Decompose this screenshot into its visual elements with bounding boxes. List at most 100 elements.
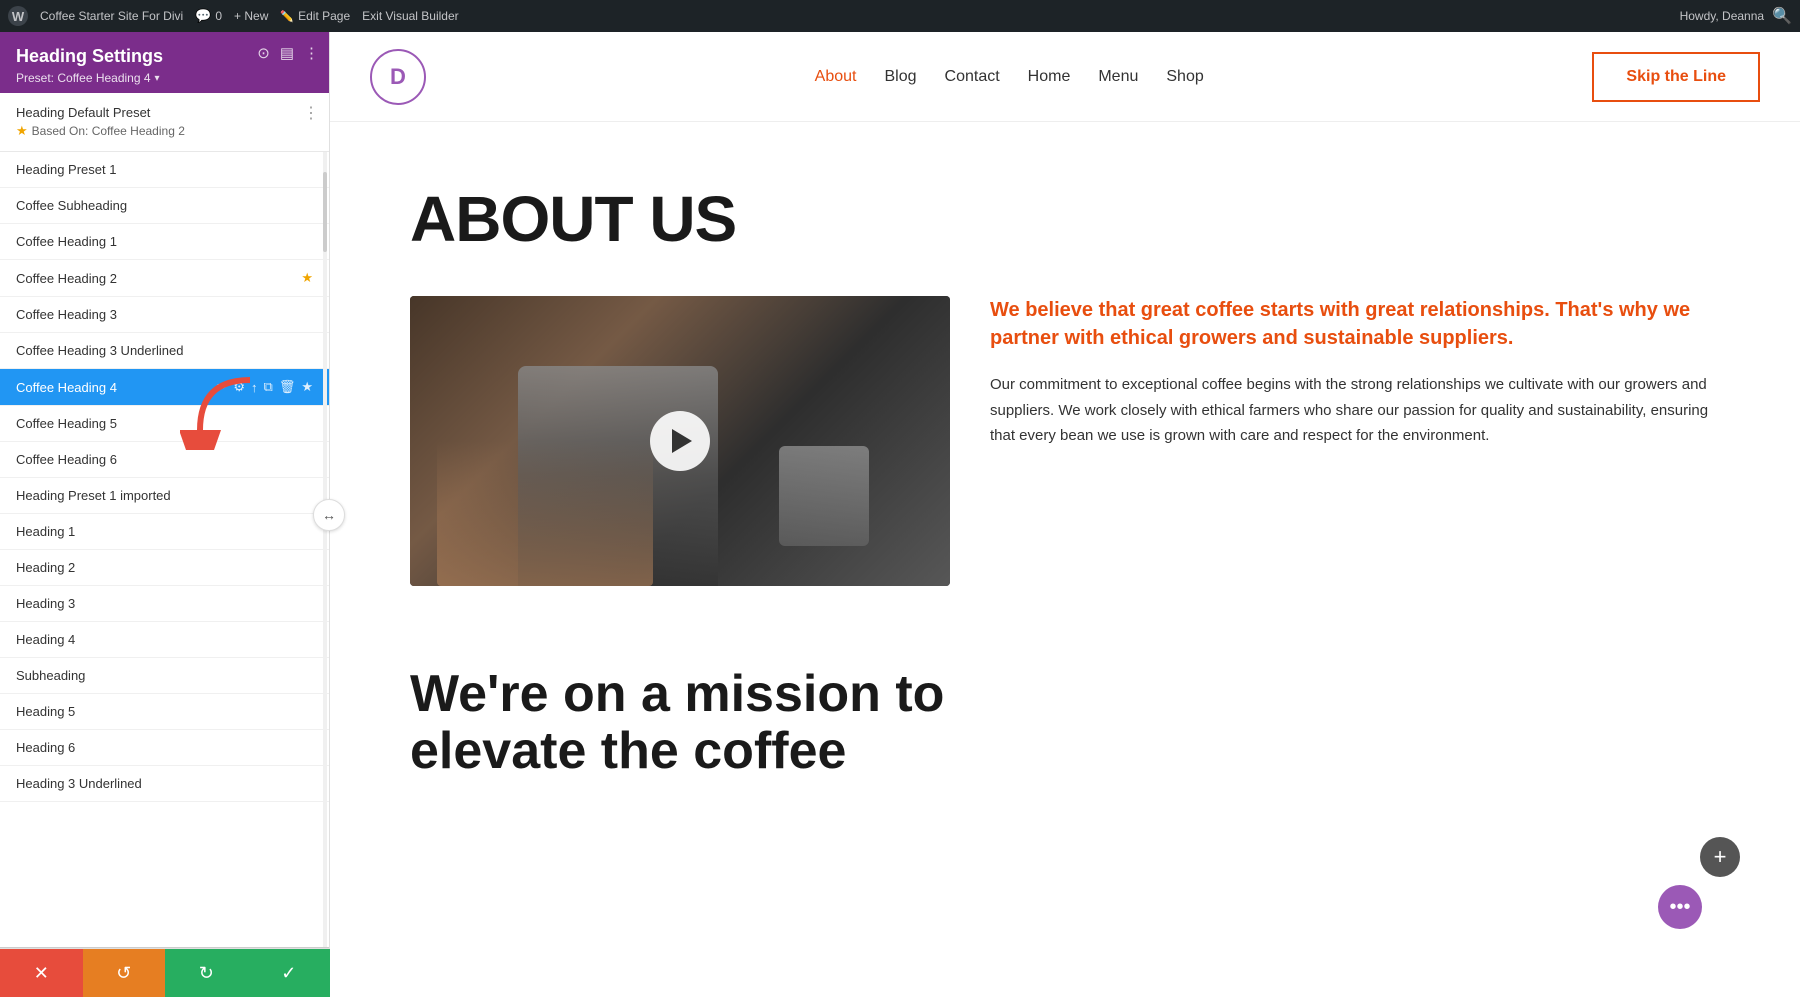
preset-label: Heading 6	[16, 740, 75, 755]
panel-settings-icon[interactable]: ⊙	[257, 44, 270, 62]
skip-the-line-button[interactable]: Skip the Line	[1592, 52, 1760, 102]
apply-preset-icon[interactable]: ↑	[251, 380, 258, 395]
right-content: D About Blog Contact Home Menu Shop Skip…	[330, 32, 1800, 997]
play-triangle-icon	[672, 429, 692, 453]
preset-item-10[interactable]: Heading Preset 1 imported	[0, 478, 329, 514]
preset-item-11[interactable]: Heading 1	[0, 514, 329, 550]
save-button[interactable]: ✓	[248, 949, 331, 997]
preset-label-text: Preset: Coffee Heading 4	[16, 71, 151, 85]
cancel-button[interactable]: ✕	[0, 949, 83, 997]
preset-item-3[interactable]: Coffee Heading 1	[0, 224, 329, 260]
edit-page-link[interactable]: ✏️ Edit Page	[280, 9, 350, 23]
preset-label: Coffee Heading 1	[16, 234, 117, 249]
scrollbar-thumb[interactable]	[323, 172, 327, 252]
preset-label: Heading Preset 1	[16, 162, 116, 177]
nav-links: About Blog Contact Home Menu Shop	[815, 68, 1204, 86]
mission-section: We're on a mission to elevate the coffee	[410, 646, 1720, 780]
page-content: ABOUT US	[330, 122, 1800, 820]
based-on-text: ★ Based On: Coffee Heading 2	[16, 123, 313, 139]
preset-label: Coffee Heading 3 Underlined	[16, 343, 183, 358]
options-fab[interactable]: •••	[1658, 885, 1702, 929]
nav-link-about[interactable]: About	[815, 68, 857, 86]
undo-button[interactable]: ↺	[83, 949, 166, 997]
preset-item-4[interactable]: Coffee Heading 2 ★	[0, 260, 329, 297]
nav-link-menu[interactable]: Menu	[1098, 68, 1138, 86]
exit-builder-link[interactable]: Exit Visual Builder	[362, 9, 459, 23]
panel-preset-dropdown[interactable]: Preset: Coffee Heading 4 ▾	[16, 71, 313, 85]
panel-header: Heading Settings Preset: Coffee Heading …	[0, 32, 329, 93]
preset-label: Heading 5	[16, 704, 75, 719]
preset-item-12[interactable]: Heading 2	[0, 550, 329, 586]
active-preset-actions: ✏ ⚙ ↑ ⧉ 🗑 ★	[216, 379, 313, 395]
left-panel: Heading Settings Preset: Coffee Heading …	[0, 32, 330, 997]
site-logo[interactable]: D	[370, 49, 426, 105]
preset-item-17[interactable]: Heading 6	[0, 730, 329, 766]
default-preset-section: Heading Default Preset ★ Based On: Coffe…	[0, 93, 329, 152]
preset-item-18[interactable]: Heading 3 Underlined	[0, 766, 329, 802]
scrollbar-track	[323, 152, 327, 947]
preset-item-9[interactable]: Coffee Heading 6	[0, 442, 329, 478]
star-preset-icon[interactable]: ★	[301, 379, 313, 395]
preset-label: Coffee Heading 2	[16, 271, 117, 286]
preset-item-6[interactable]: Coffee Heading 3 Underlined	[0, 333, 329, 369]
preset-label: Heading Preset 1 imported	[16, 488, 171, 503]
main-layout: Heading Settings Preset: Coffee Heading …	[0, 32, 1800, 997]
panel-icon-group: ⊙ ▤ ⋮	[257, 44, 319, 62]
site-name-text: Coffee Starter Site For Divi	[40, 9, 183, 23]
nav-link-home[interactable]: Home	[1028, 68, 1071, 86]
about-us-heading: ABOUT US	[410, 182, 1720, 256]
nav-link-shop[interactable]: Shop	[1166, 68, 1203, 86]
site-nav: D About Blog Contact Home Menu Shop Skip…	[330, 32, 1800, 122]
preset-label: Coffee Heading 4	[16, 380, 117, 395]
two-col-section: We believe that great coffee starts with…	[410, 296, 1720, 586]
comment-count: 0	[215, 9, 222, 23]
duplicate-preset-icon[interactable]: ⧉	[264, 379, 273, 395]
preset-label: Coffee Heading 3	[16, 307, 117, 322]
video-container[interactable]	[410, 296, 950, 586]
preset-label: Heading 3	[16, 596, 75, 611]
redo-button[interactable]: ↻	[165, 949, 248, 997]
preset-list: Heading Preset 1 Coffee Subheading Coffe…	[0, 152, 329, 947]
delete-preset-icon[interactable]: 🗑	[279, 379, 296, 395]
chevron-down-icon: ▾	[155, 73, 160, 84]
preset-item-8[interactable]: Coffee Heading 5	[0, 406, 329, 442]
preset-item-14[interactable]: Heading 4	[0, 622, 329, 658]
new-link[interactable]: + New	[234, 9, 268, 23]
play-button[interactable]	[650, 411, 710, 471]
preset-label: Coffee Subheading	[16, 198, 127, 213]
comments-link[interactable]: 💬 0	[195, 8, 222, 24]
mission-heading: We're on a mission to elevate the coffee	[410, 666, 1720, 780]
panel-layout-icon[interactable]: ▤	[280, 44, 294, 62]
preset-label: Heading 4	[16, 632, 75, 647]
nav-link-blog[interactable]: Blog	[884, 68, 916, 86]
text-column: We believe that great coffee starts with…	[990, 296, 1720, 449]
wp-icon[interactable]: W	[8, 6, 28, 26]
admin-search-icon[interactable]: 🔍	[1772, 6, 1792, 26]
preset-label: Coffee Heading 5	[16, 416, 117, 431]
settings-preset-icon[interactable]: ⚙	[233, 379, 245, 395]
panel-more-icon[interactable]: ⋮	[304, 44, 319, 62]
edit-preset-icon[interactable]: ✏	[216, 379, 227, 395]
preset-item-1[interactable]: Heading Preset 1	[0, 152, 329, 188]
preset-label: Heading 1	[16, 524, 75, 539]
preset-item-16[interactable]: Heading 5	[0, 694, 329, 730]
nav-link-contact[interactable]: Contact	[945, 68, 1000, 86]
body-text: Our commitment to exceptional coffee beg…	[990, 372, 1720, 449]
panel-toggle-button[interactable]: ↔	[313, 499, 345, 531]
preset-star-icon[interactable]: ★	[301, 270, 313, 286]
howdy-text: Howdy, Deanna	[1680, 9, 1765, 23]
highlight-text: We believe that great coffee starts with…	[990, 296, 1720, 352]
preset-item-2[interactable]: Coffee Subheading	[0, 188, 329, 224]
add-element-fab[interactable]: +	[1700, 837, 1740, 877]
preset-label: Heading 2	[16, 560, 75, 575]
star-icon: ★	[16, 123, 28, 139]
admin-bar: W Coffee Starter Site For Divi 💬 0 + New…	[0, 0, 1800, 32]
preset-item-5[interactable]: Coffee Heading 3	[0, 297, 329, 333]
default-preset-label: Heading Default Preset	[16, 105, 313, 120]
preset-item-15[interactable]: Subheading	[0, 658, 329, 694]
preset-item-13[interactable]: Heading 3	[0, 586, 329, 622]
list-more-icon[interactable]: ⋮	[303, 103, 319, 123]
site-name-link[interactable]: Coffee Starter Site For Divi	[40, 9, 183, 23]
bottom-action-bar: ✕ ↺ ↻ ✓	[0, 949, 330, 997]
preset-item-7[interactable]: Coffee Heading 4 ✏ ⚙ ↑ ⧉ 🗑 ★	[0, 369, 329, 406]
